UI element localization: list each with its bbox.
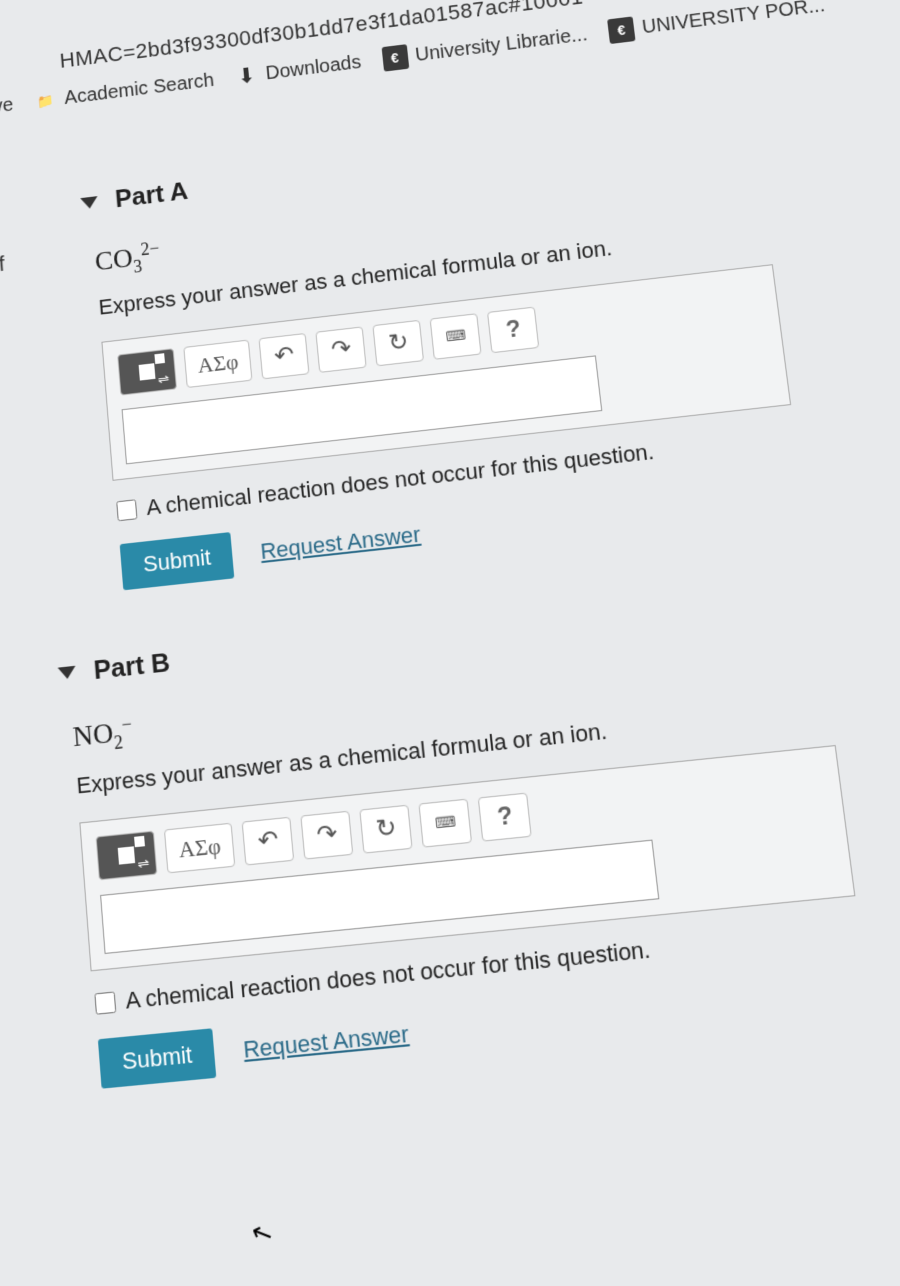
part-a-no-reaction-checkbox[interactable] xyxy=(116,499,137,521)
europeana-icon: € xyxy=(607,16,635,44)
undo-button[interactable]: ↶ xyxy=(242,816,295,865)
template-button[interactable] xyxy=(117,348,177,395)
part-a-title: Part A xyxy=(114,176,189,214)
part-b-request-answer-link[interactable]: Request Answer xyxy=(242,1020,410,1064)
bookmark-libraries-label: University Librarie... xyxy=(414,24,588,67)
folder-icon: 📁 xyxy=(33,88,58,113)
bookmark-downloads-label: Downloads xyxy=(265,51,362,84)
part-a-request-answer-link[interactable]: Request Answer xyxy=(259,521,421,565)
bookmark-portal-label: UNIVERSITY POR... xyxy=(641,0,826,39)
undo-button[interactable]: ↶ xyxy=(259,333,310,379)
bookmark-drive-label: le Drive xyxy=(0,94,14,123)
part-b-no-reaction-checkbox[interactable] xyxy=(94,991,116,1014)
collapse-caret-icon[interactable] xyxy=(58,666,77,680)
collapse-caret-icon[interactable] xyxy=(80,196,98,209)
redo-button[interactable]: ↷ xyxy=(301,810,354,859)
bookmark-downloads[interactable]: ⬇ Downloads xyxy=(234,51,362,89)
redo-button[interactable]: ↷ xyxy=(316,326,367,373)
bookmark-portal[interactable]: € UNIVERSITY POR... xyxy=(607,0,826,44)
bookmark-drive[interactable]: le Drive xyxy=(0,94,14,123)
bookmark-academic[interactable]: 📁 Academic Search xyxy=(33,69,215,113)
bookmark-academic-label: Academic Search xyxy=(64,69,215,109)
mouse-cursor-icon: ↖ xyxy=(246,1214,278,1253)
keyboard-button[interactable]: ⌨ xyxy=(419,798,473,847)
part-b-section: Part B NO2− Express your answer as a che… xyxy=(57,566,900,1089)
sidebar-fragment: ng n of xyxy=(0,179,6,280)
template-button[interactable] xyxy=(96,830,158,880)
sidebar-text-2: n of xyxy=(0,251,6,280)
help-button[interactable]: ? xyxy=(478,792,532,841)
part-b-submit-button[interactable]: Submit xyxy=(98,1028,217,1088)
part-a-section: Part A CO32− Express your answer as a ch… xyxy=(79,96,900,591)
part-a-submit-button[interactable]: Submit xyxy=(120,532,235,590)
keyboard-button[interactable]: ⌨ xyxy=(430,313,482,360)
greek-symbols-button[interactable]: ΑΣφ xyxy=(164,822,236,873)
greek-symbols-button[interactable]: ΑΣφ xyxy=(183,339,253,388)
reset-button[interactable]: ↻ xyxy=(360,804,413,853)
reset-button[interactable]: ↻ xyxy=(373,320,425,367)
help-button[interactable]: ? xyxy=(487,306,539,353)
part-b-title: Part B xyxy=(93,647,172,687)
europeana-icon: € xyxy=(381,44,409,72)
download-icon: ⬇ xyxy=(234,63,259,88)
